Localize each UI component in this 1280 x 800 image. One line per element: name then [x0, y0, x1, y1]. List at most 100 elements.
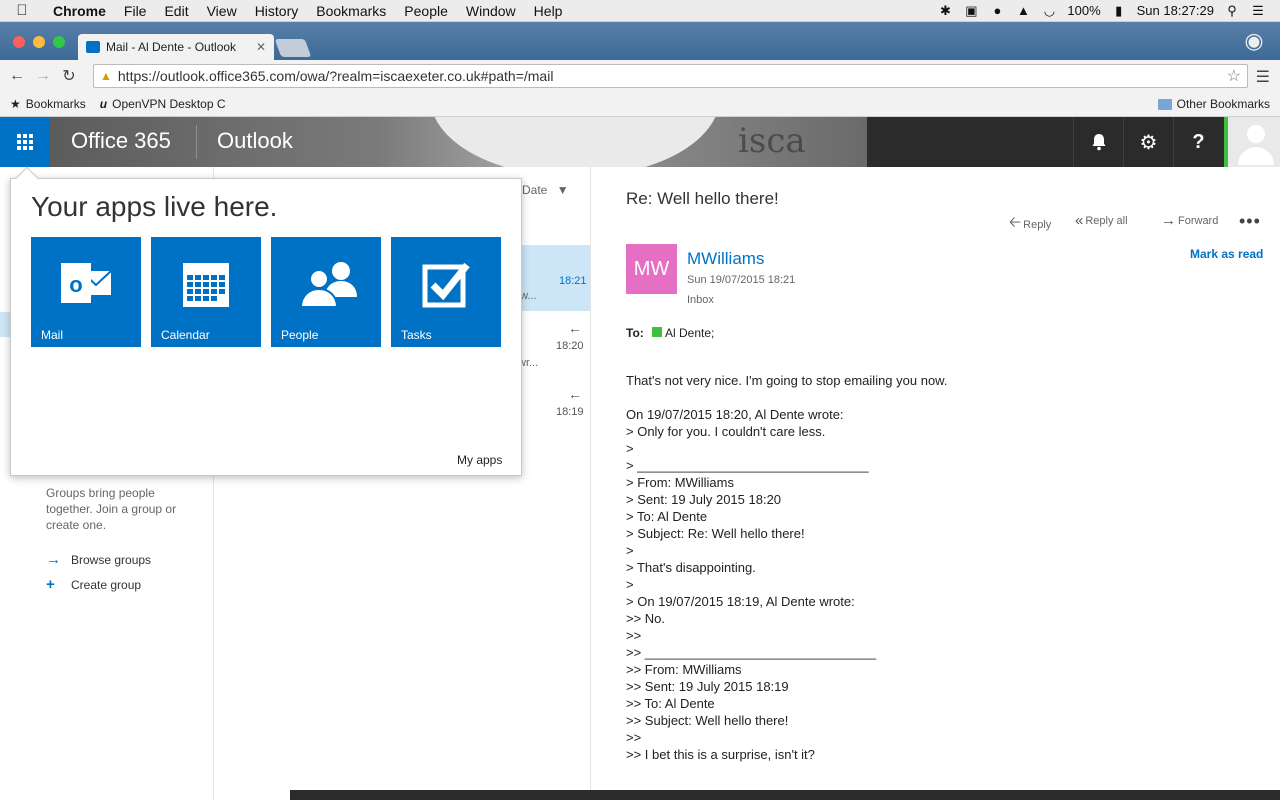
battery-icon[interactable]: ▮ — [1111, 3, 1127, 19]
presence-indicator — [652, 327, 662, 337]
browse-groups-link[interactable]: → Browse groups — [46, 551, 151, 568]
close-window-button[interactable] — [13, 36, 25, 48]
header-theme-image: isca — [50, 117, 867, 167]
app-tile-label: Mail — [41, 328, 64, 342]
bookmarks-label: Bookmarks — [25, 97, 86, 111]
star-icon: ★ — [10, 97, 21, 111]
app-title[interactable]: Outlook — [217, 128, 293, 154]
settings-button[interactable]: ⚙ — [1123, 117, 1173, 167]
body-line — [626, 389, 1226, 406]
suite-title[interactable]: Office 365 — [71, 128, 171, 154]
body-line: On 19/07/2015 18:20, Al Dente wrote: — [626, 407, 844, 422]
menu-view[interactable]: View — [198, 3, 246, 19]
notification-bell-icon[interactable]: ● — [989, 3, 1005, 18]
browser-tab-strip: Mail - Al Dente - Outlook ✕ ◉ — [0, 22, 1280, 60]
message-time: 18:21 — [559, 275, 587, 287]
flyout-heading: Your apps live here. — [31, 191, 278, 222]
bookmark-star-icon[interactable]: ☆ — [1227, 66, 1241, 86]
mark-as-read-link[interactable]: Mark as read — [1190, 247, 1263, 261]
app-tile-calendar[interactable]: Calendar — [151, 237, 261, 347]
menu-help[interactable]: Help — [525, 3, 572, 19]
recipient-name[interactable]: Al Dente; — [665, 326, 714, 340]
bookmarks-bar: ★ Bookmarks u OpenVPN Desktop C Other Book… — [0, 92, 1280, 117]
my-apps-link[interactable]: My apps — [457, 453, 502, 467]
body-line: > ________________________________ — [626, 458, 869, 473]
user-avatar-button[interactable] — [1224, 117, 1280, 167]
asterisk-icon[interactable]: ✱ — [937, 3, 953, 19]
drive-icon[interactable]: ▲ — [1015, 3, 1031, 18]
mail-icon: o — [61, 263, 112, 303]
body-line: That's not very nice. I'm going to stop … — [626, 373, 948, 388]
bookmark-openvpn[interactable]: u OpenVPN Desktop C — [100, 97, 226, 111]
reload-icon[interactable]: ↻ — [56, 66, 82, 86]
clock[interactable]: Sun 18:27:29 — [1137, 3, 1214, 18]
body-line: >> From: MWilliams — [626, 662, 742, 677]
to-label: To: — [626, 326, 644, 340]
menu-edit[interactable]: Edit — [155, 3, 197, 19]
spotlight-search-icon[interactable]: ⚲ — [1224, 3, 1240, 19]
office365-header: isca Office 365 Outlook ⚙ ? — [0, 117, 1280, 167]
body-line: >> ________________________________ — [626, 645, 877, 660]
reply-all-label: Reply all — [1085, 214, 1128, 227]
other-bookmarks[interactable]: Other Bookmarks — [1157, 97, 1270, 111]
notifications-bell-button[interactable] — [1073, 117, 1123, 167]
app-launcher-button[interactable] — [0, 117, 50, 167]
message-folder: Inbox — [687, 294, 714, 306]
address-bar[interactable]: ▲ https://outlook.office365.com/owa/?rea… — [93, 64, 1248, 88]
back-arrow-icon[interactable]: ← — [4, 67, 30, 85]
body-line: >> No. — [626, 611, 666, 626]
menu-chrome[interactable]: Chrome — [44, 3, 115, 19]
menu-history[interactable]: History — [246, 3, 308, 19]
browser-toolbar: ← → ↻ ▲ https://outlook.office365.com/ow… — [0, 60, 1280, 92]
reply-all-button[interactable]: «Reply all — [1075, 212, 1128, 229]
more-actions-icon[interactable]: ••• — [1239, 211, 1261, 232]
new-tab-button[interactable] — [274, 39, 312, 57]
body-line: > Subject: Re: Well hello there! — [626, 526, 805, 541]
sender-name[interactable]: MWilliams — [687, 249, 764, 269]
svg-text:o: o — [69, 272, 82, 297]
reply-button[interactable]: 🡠 Reply — [1009, 212, 1051, 237]
sender-avatar[interactable]: MW — [626, 244, 677, 294]
other-bookmarks-label: Other Bookmarks — [1176, 97, 1270, 111]
message-time: 18:19 — [556, 406, 584, 418]
menu-window[interactable]: Window — [457, 3, 525, 19]
apple-menu-icon[interactable]:  — [0, 2, 44, 19]
app-tile-tasks[interactable]: Tasks — [391, 237, 501, 347]
arrow-right-icon: → — [46, 551, 61, 568]
reading-pane: Re: Well hello there! 🡠 Reply «Reply all … — [590, 167, 1280, 800]
menu-people[interactable]: People — [395, 3, 457, 19]
bookmarks-button[interactable]: ★ Bookmarks — [10, 97, 86, 111]
chevron-down-icon: ▼ — [556, 183, 569, 197]
incognito-icon: ◉ — [1244, 28, 1264, 53]
browser-tab-outlook[interactable]: Mail - Al Dente - Outlook ✕ — [78, 34, 274, 60]
people-icon — [299, 262, 357, 308]
lock-warning-icon[interactable]: ▲ — [100, 69, 112, 83]
help-button[interactable]: ? — [1173, 117, 1223, 167]
selected-folder-indicator[interactable] — [0, 312, 10, 337]
forward-button[interactable]: → Forward — [1161, 212, 1218, 229]
help-icon: ? — [1192, 130, 1205, 153]
create-group-link[interactable]: + Create group — [46, 576, 141, 593]
sort-by-date-button[interactable]: Date ▼ — [522, 183, 569, 197]
notification-center-icon[interactable]: ☰ — [1250, 3, 1266, 19]
plus-icon: + — [46, 576, 55, 593]
app-tile-people[interactable]: People — [271, 237, 381, 347]
app-tile-label: People — [281, 328, 319, 342]
app-tile-mail[interactable]: o Mail — [31, 237, 141, 347]
zoom-window-button[interactable] — [53, 36, 65, 48]
evernote-icon[interactable]: ▣ — [963, 3, 979, 19]
wifi-icon[interactable]: ◡ — [1041, 3, 1057, 19]
sort-label: Date — [522, 183, 548, 197]
reply-arrow-icon: 🡠 — [1009, 214, 1022, 231]
menu-bookmarks[interactable]: Bookmarks — [307, 3, 395, 19]
minimize-window-button[interactable] — [33, 36, 45, 48]
body-line: >> — [626, 628, 642, 643]
body-line: > Only for you. I couldn't care less. — [626, 424, 826, 439]
body-line: >> — [626, 730, 642, 745]
bookmark-openvpn-label: OpenVPN Desktop C — [112, 97, 226, 111]
chrome-menu-icon[interactable]: ☰ — [1256, 67, 1270, 87]
forward-arrow-icon[interactable]: → — [30, 67, 56, 85]
close-tab-icon[interactable]: ✕ — [256, 40, 266, 54]
body-line: > From: MWilliams — [626, 475, 734, 490]
menu-file[interactable]: File — [115, 3, 156, 19]
